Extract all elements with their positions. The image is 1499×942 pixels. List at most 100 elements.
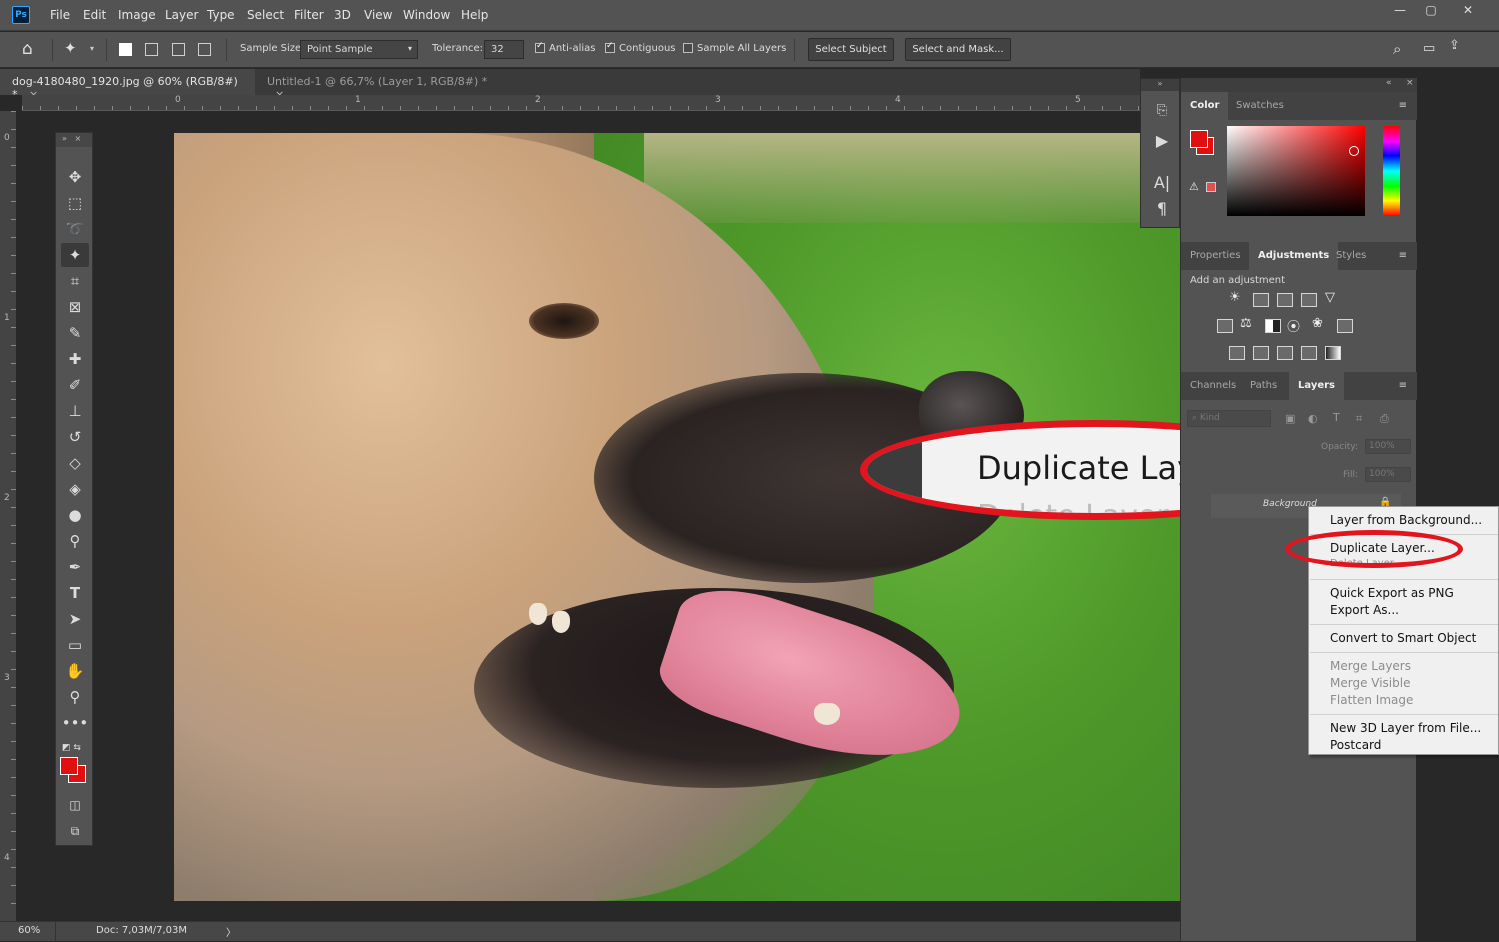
gamut-warning-icon[interactable]: ⚠	[1189, 180, 1199, 193]
menu-type[interactable]: Type	[207, 8, 235, 22]
fill-input[interactable]: 100%	[1365, 467, 1411, 482]
actions-play-icon[interactable]: ▶	[1151, 131, 1173, 153]
exposure-icon[interactable]	[1301, 293, 1317, 307]
posterize-icon[interactable]	[1253, 346, 1269, 360]
menu-quick-export-png[interactable]: Quick Export as PNG	[1330, 586, 1454, 600]
tab-layers[interactable]: Layers	[1289, 372, 1344, 400]
share-icon[interactable]: ⇪	[1449, 38, 1460, 53]
character-panel-icon[interactable]: A|	[1151, 173, 1173, 195]
levels-icon[interactable]	[1253, 293, 1269, 307]
magic-wand-icon[interactable]: ✦	[64, 39, 77, 57]
sample-all-layers-checkbox[interactable]	[683, 43, 693, 53]
marquee-tool-icon[interactable]: ⬚	[61, 191, 89, 215]
invert-icon[interactable]	[1229, 346, 1245, 360]
menu-image[interactable]: Image	[118, 8, 156, 22]
curves-icon[interactable]	[1277, 293, 1293, 307]
menu-merge-layers[interactable]: Merge Layers	[1330, 659, 1411, 673]
select-and-mask-button[interactable]: Select and Mask...	[905, 38, 1011, 61]
color-lookup-icon[interactable]	[1337, 319, 1353, 333]
threshold-icon[interactable]	[1277, 346, 1293, 360]
sample-size-select[interactable]: Point Sample ▾	[300, 40, 418, 59]
type-filter-icon[interactable]: T	[1333, 411, 1340, 424]
pixel-filter-icon[interactable]: ▣	[1285, 412, 1295, 425]
menu-3d[interactable]: 3D	[334, 8, 351, 22]
layer-kind-filter[interactable]: ⌕ Kind	[1187, 410, 1271, 427]
zoom-level[interactable]: 60%	[18, 925, 40, 936]
blur-tool-icon[interactable]: ●	[61, 503, 89, 527]
search-icon[interactable]: ⌕	[1393, 40, 1401, 58]
intersect-selection-icon[interactable]	[198, 43, 211, 56]
toolbar-header[interactable]: » ×	[56, 133, 92, 147]
menu-export-as[interactable]: Export As...	[1330, 603, 1399, 617]
tolerance-input[interactable]: 32	[484, 40, 524, 59]
minimize-icon[interactable]: —	[1390, 3, 1410, 19]
gradient-map-icon[interactable]	[1325, 346, 1341, 360]
paragraph-panel-icon[interactable]: ¶	[1151, 199, 1173, 221]
paint-bucket-icon[interactable]: ◈	[61, 477, 89, 501]
history-brush-icon[interactable]: ↺	[61, 425, 89, 449]
stamp-tool-icon[interactable]: ⊥	[61, 399, 89, 423]
brightness-icon[interactable]: ☀	[1229, 290, 1241, 305]
tab-paths[interactable]: Paths	[1241, 372, 1286, 400]
tab-swatches[interactable]: Swatches	[1227, 92, 1293, 120]
shape-filter-icon[interactable]: ⌗	[1356, 412, 1362, 426]
magic-wand-tool-icon[interactable]: ✦	[61, 243, 89, 267]
more-tools-icon[interactable]: •••	[61, 711, 89, 735]
tab-properties[interactable]: Properties	[1181, 242, 1250, 270]
dock-header[interactable]: »	[1141, 79, 1179, 91]
menu-window[interactable]: Window	[403, 8, 450, 22]
tab-adjustments[interactable]: Adjustments	[1249, 242, 1339, 270]
quick-mask-icon[interactable]: ◫	[61, 793, 89, 817]
lasso-tool-icon[interactable]: ➰	[61, 217, 89, 241]
menu-postcard[interactable]: Postcard	[1330, 738, 1381, 752]
screen-mode-icon[interactable]: ⧉	[61, 819, 89, 843]
menu-flatten-image[interactable]: Flatten Image	[1330, 693, 1413, 707]
tab-color[interactable]: Color	[1181, 92, 1229, 120]
opacity-input[interactable]: 100%	[1365, 439, 1411, 454]
smart-object-filter-icon[interactable]: ⎙	[1380, 412, 1389, 426]
menu-filter[interactable]: Filter	[294, 8, 324, 22]
menu-convert-smart-object[interactable]: Convert to Smart Object	[1330, 631, 1476, 645]
color-balance-icon[interactable]: ⚖	[1240, 316, 1252, 331]
menu-view[interactable]: View	[364, 8, 392, 22]
zoom-tool-icon[interactable]: ⚲	[61, 685, 89, 709]
tab-channels[interactable]: Channels	[1181, 372, 1245, 400]
type-tool-icon[interactable]: T	[61, 581, 89, 605]
crop-tool-icon[interactable]: ⌗	[61, 269, 89, 293]
anti-alias-checkbox[interactable]	[535, 41, 545, 53]
panel-menu-icon[interactable]: ≡	[1399, 380, 1407, 391]
collapse-icon[interactable]: «	[1386, 78, 1392, 88]
menu-new-3d-layer[interactable]: New 3D Layer from File...	[1330, 721, 1481, 735]
dodge-tool-icon[interactable]: ⚲	[61, 529, 89, 553]
path-selection-icon[interactable]: ➤	[61, 607, 89, 631]
menu-file[interactable]: File	[50, 8, 70, 22]
hue-saturation-icon[interactable]	[1217, 319, 1233, 333]
status-arrow-icon[interactable]: 〉	[226, 924, 236, 939]
tab-styles[interactable]: Styles	[1327, 242, 1375, 270]
menu-select[interactable]: Select	[247, 8, 284, 22]
tab-untitled-document[interactable]: Untitled-1 @ 66,7% (Layer 1, RGB/8#) * ×	[255, 69, 500, 101]
hue-slider[interactable]	[1383, 126, 1400, 216]
new-selection-icon[interactable]	[119, 43, 132, 56]
home-icon[interactable]: ⌂	[22, 39, 33, 59]
black-white-icon[interactable]	[1265, 319, 1281, 333]
healing-brush-icon[interactable]: ✚	[61, 347, 89, 371]
contiguous-checkbox[interactable]	[605, 41, 615, 53]
hand-tool-icon[interactable]: ✋	[61, 659, 89, 683]
close-icon[interactable]: ×	[1406, 78, 1414, 88]
maximize-icon[interactable]: ▢	[1421, 3, 1441, 19]
select-subject-button[interactable]: Select Subject	[808, 38, 894, 61]
gamut-swatch[interactable]	[1206, 182, 1216, 192]
workspace-icon[interactable]: ▭	[1423, 41, 1435, 56]
photo-filter-icon[interactable]: ⦿	[1287, 316, 1300, 335]
history-panel-icon[interactable]: ⎘	[1151, 103, 1173, 125]
close-icon[interactable]: ✕	[1458, 3, 1478, 19]
pen-tool-icon[interactable]: ✒	[61, 555, 89, 579]
add-selection-icon[interactable]	[145, 43, 158, 56]
vibrance-icon[interactable]: ▽	[1325, 290, 1335, 305]
adjustment-filter-icon[interactable]: ◐	[1308, 412, 1318, 425]
tab-dog-document[interactable]: dog-4180480_1920.jpg @ 60% (RGB/8#) * ×	[0, 69, 255, 101]
rectangle-tool-icon[interactable]: ▭	[61, 633, 89, 657]
chevron-down-icon[interactable]: ▾	[90, 44, 94, 53]
panel-menu-icon[interactable]: ≡	[1399, 100, 1407, 111]
